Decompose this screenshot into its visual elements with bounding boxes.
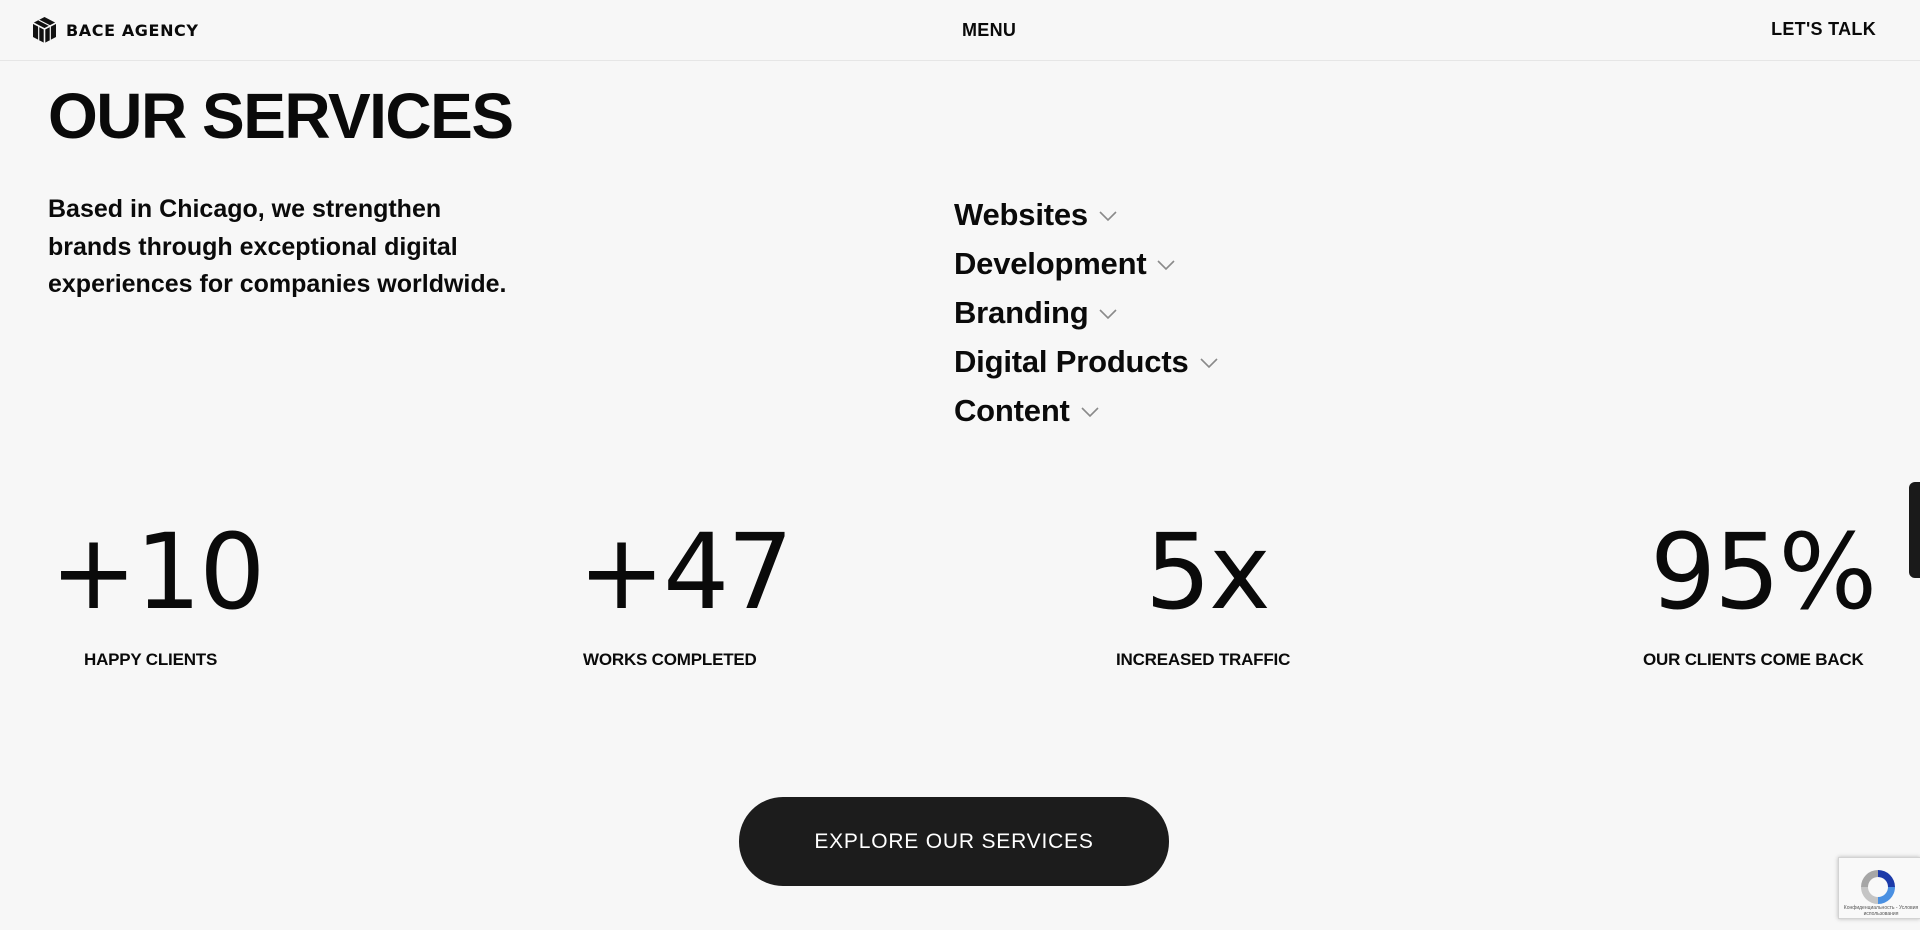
services-list: Websites Development Branding Digital Pr… bbox=[954, 190, 1219, 435]
service-label: Development bbox=[954, 245, 1147, 281]
stat-label: OUR CLIENTS COME BACK bbox=[1643, 650, 1864, 669]
service-label: Digital Products bbox=[954, 343, 1189, 379]
stat-works-completed: +47 WORKS COMPLETED bbox=[578, 511, 793, 670]
recaptcha-text: Конфиденциальность - Условия использован… bbox=[1843, 905, 1919, 917]
recaptcha-badge[interactable]: Конфиденциальность - Условия использован… bbox=[1838, 857, 1920, 919]
service-label: Websites bbox=[954, 196, 1088, 232]
stat-value: 95% bbox=[1650, 511, 1877, 633]
recaptcha-icon bbox=[1861, 870, 1895, 904]
stat-label: WORKS COMPLETED bbox=[583, 650, 757, 669]
service-item-branding[interactable]: Branding bbox=[954, 288, 1219, 337]
stat-happy-clients: +10 HAPPY CLIENTS bbox=[50, 511, 265, 670]
chevron-down-icon bbox=[1099, 308, 1118, 319]
chevron-down-icon bbox=[1099, 210, 1117, 221]
stat-label: HAPPY CLIENTS bbox=[84, 650, 218, 669]
service-label: Content bbox=[954, 392, 1070, 428]
logo[interactable]: BACE AGENCY bbox=[31, 15, 199, 45]
logo-text: BACE AGENCY bbox=[66, 20, 199, 40]
stat-value: 5x bbox=[1145, 511, 1271, 633]
service-item-development[interactable]: Development bbox=[954, 239, 1219, 288]
service-item-content[interactable]: Content bbox=[954, 386, 1219, 435]
menu-button[interactable]: MENU bbox=[962, 20, 1016, 41]
stat-increased-traffic: 5x INCREASED TRAFFIC bbox=[1116, 511, 1290, 670]
stat-value: +10 bbox=[50, 511, 265, 633]
logo-icon bbox=[32, 17, 57, 43]
stat-clients-come-back: 95% OUR CLIENTS COME BACK bbox=[1643, 511, 1877, 670]
service-item-digital-products[interactable]: Digital Products bbox=[954, 337, 1219, 386]
service-item-websites[interactable]: Websites bbox=[954, 190, 1219, 239]
chevron-down-icon bbox=[1157, 259, 1176, 270]
stat-label: INCREASED TRAFFIC bbox=[1116, 650, 1291, 669]
lets-talk-link[interactable]: LET'S TALK bbox=[1771, 19, 1876, 40]
explore-services-button[interactable]: EXPLORE OUR SERVICES bbox=[739, 797, 1169, 886]
scrollbar-thumb[interactable] bbox=[1909, 482, 1920, 578]
intro-text: Based in Chicago, we strengthen brands t… bbox=[48, 195, 507, 298]
stat-value: +47 bbox=[578, 511, 793, 633]
chevron-down-icon bbox=[1081, 406, 1099, 417]
chevron-down-icon bbox=[1199, 357, 1218, 368]
page: BACE AGENCY MENU LET'S TALK OUR SERVICES… bbox=[0, 0, 1920, 930]
service-label: Branding bbox=[954, 294, 1089, 330]
page-title: OUR SERVICES bbox=[48, 80, 514, 152]
site-header: BACE AGENCY MENU LET'S TALK bbox=[0, 0, 1920, 61]
